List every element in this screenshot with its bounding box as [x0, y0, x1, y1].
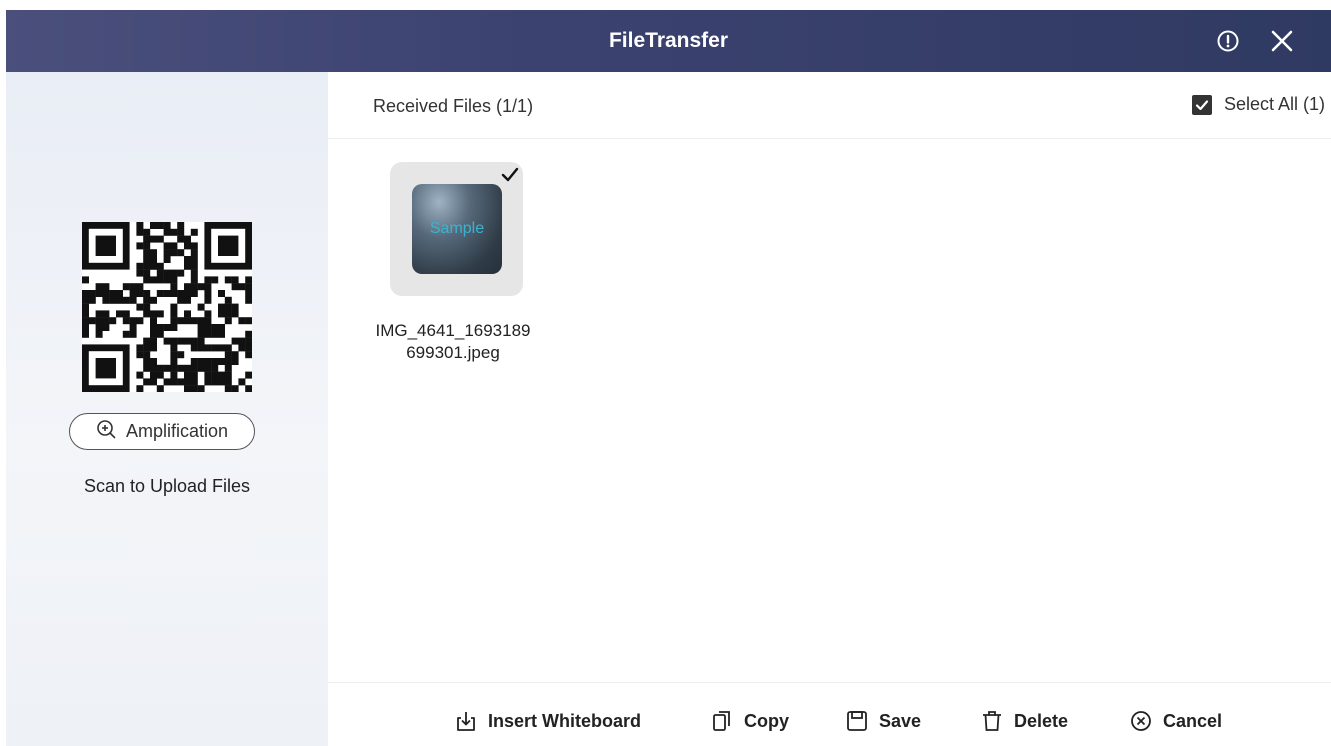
received-files-label: Received Files (1/1) — [373, 96, 534, 116]
selected-check-icon — [499, 164, 521, 186]
delete-button[interactable]: Delete — [980, 709, 1068, 733]
amplification-label: Amplification — [125, 421, 229, 441]
cancel-icon — [1129, 709, 1153, 733]
file-thumbnail: Sample — [412, 184, 502, 274]
insert-whiteboard-label: Insert Whiteboard — [488, 710, 642, 731]
app-title: FileTransfer — [608, 29, 729, 52]
info-icon[interactable] — [1213, 26, 1243, 56]
cancel-label: Cancel — [1163, 710, 1223, 731]
copy-label: Copy — [744, 710, 789, 731]
trash-icon — [980, 709, 1004, 733]
main-content: Received Files (1/1) Select All (1) Samp… — [328, 72, 1331, 746]
delete-label: Delete — [1014, 710, 1069, 731]
qr-code — [82, 222, 253, 393]
files-header: Received Files (1/1) Select All (1) — [328, 72, 1331, 139]
select-all-toggle[interactable]: Select All (1) — [1191, 94, 1325, 115]
close-icon[interactable] — [1267, 26, 1297, 56]
cancel-button[interactable]: Cancel — [1129, 709, 1222, 733]
title-bar: FileTransfer — [6, 10, 1331, 72]
insert-whiteboard-button[interactable]: Insert Whiteboard — [454, 709, 641, 733]
insert-icon — [454, 709, 478, 733]
select-all-checkbox[interactable] — [1191, 94, 1212, 115]
upload-panel: Amplification Scan to Upload Files — [6, 72, 328, 746]
copy-icon — [710, 709, 734, 733]
zoom-in-icon — [96, 419, 116, 444]
file-name: IMG_4641_1693189699301.jpeg — [375, 321, 531, 362]
scan-label: Scan to Upload Files — [83, 476, 251, 496]
select-all-label: Select All (1) — [1223, 94, 1325, 114]
title-actions — [1213, 10, 1297, 72]
amplification-button[interactable]: Amplification — [69, 413, 255, 450]
save-icon — [845, 709, 869, 733]
save-button[interactable]: Save — [845, 709, 921, 733]
action-bar: Insert Whiteboard Copy Save Delete Cance… — [328, 682, 1331, 746]
save-label: Save — [879, 710, 922, 731]
thumbnail-text: Sample — [429, 220, 485, 237]
copy-button[interactable]: Copy — [710, 709, 789, 733]
qr-code-graphic — [82, 222, 253, 393]
